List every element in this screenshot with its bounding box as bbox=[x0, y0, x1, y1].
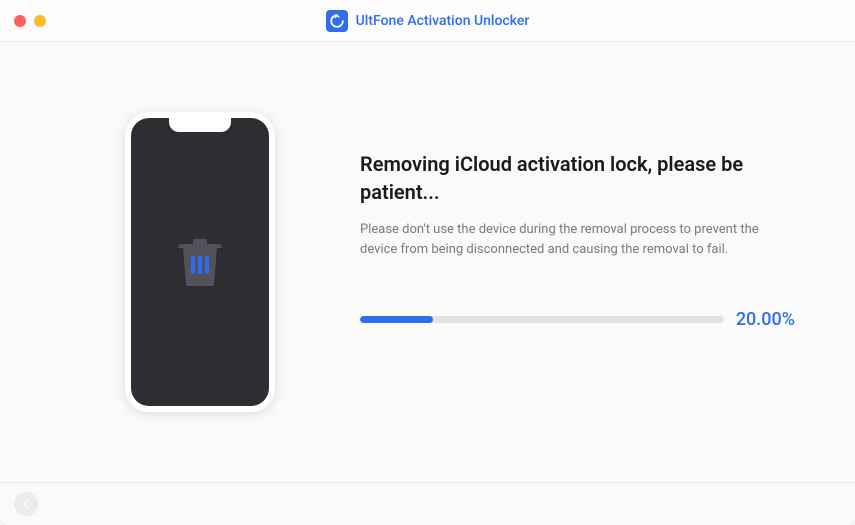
close-window-button[interactable] bbox=[14, 15, 26, 27]
minimize-window-button[interactable] bbox=[34, 15, 46, 27]
progress-percentage: 20.00% bbox=[736, 309, 795, 330]
window-controls bbox=[14, 15, 46, 27]
titlebar: UltFone Activation Unlocker bbox=[0, 0, 855, 42]
app-logo-icon bbox=[326, 10, 348, 32]
trash-icon bbox=[177, 236, 223, 288]
back-button[interactable] bbox=[14, 492, 38, 516]
phone-frame bbox=[125, 112, 275, 412]
footer-bar bbox=[0, 482, 855, 524]
arrow-left-icon bbox=[20, 498, 32, 510]
content-area: Removing iCloud activation lock, please … bbox=[0, 42, 855, 482]
progress-bar bbox=[360, 316, 724, 323]
status-panel: Removing iCloud activation lock, please … bbox=[360, 42, 815, 482]
app-title: UltFone Activation Unlocker bbox=[356, 13, 530, 29]
device-illustration-area bbox=[40, 42, 360, 482]
title-area: UltFone Activation Unlocker bbox=[0, 10, 855, 32]
progress-fill bbox=[360, 316, 433, 323]
phone-screen bbox=[131, 118, 269, 406]
progress-row: 20.00% bbox=[360, 309, 795, 330]
status-subtext: Please don't use the device during the r… bbox=[360, 220, 795, 259]
status-heading: Removing iCloud activation lock, please … bbox=[360, 150, 795, 206]
phone-notch bbox=[169, 118, 231, 132]
